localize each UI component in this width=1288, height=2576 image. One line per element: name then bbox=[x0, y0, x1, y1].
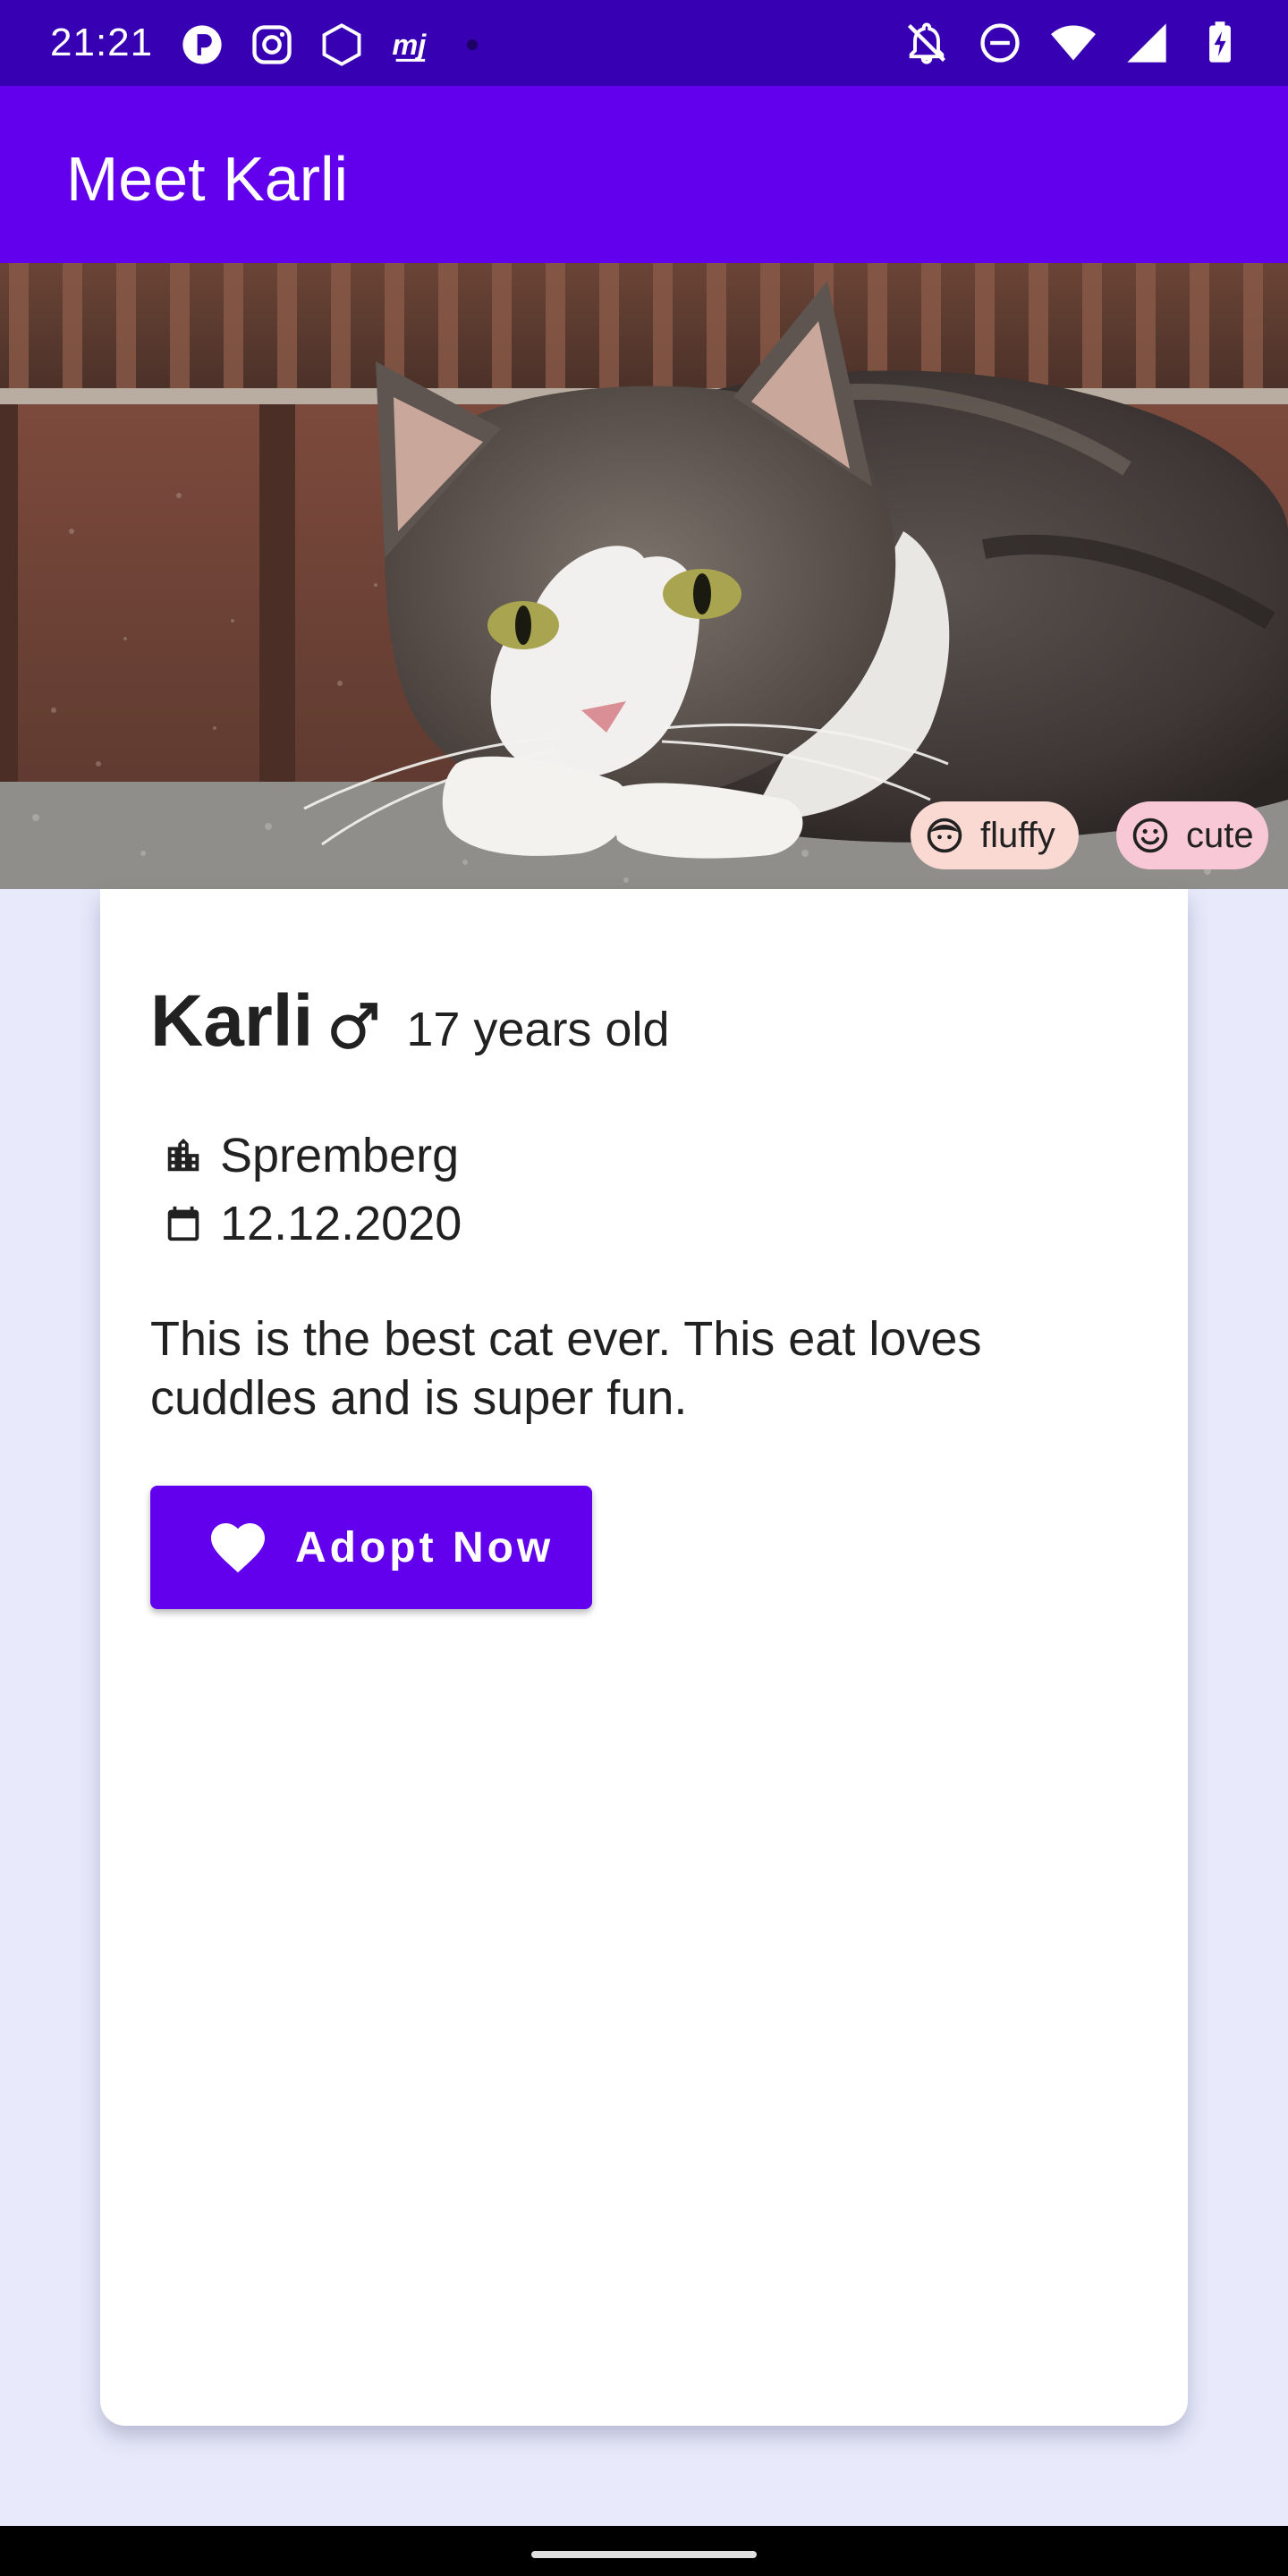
navigation-bar bbox=[0, 2526, 1288, 2576]
pet-age: 17 years old bbox=[406, 1003, 670, 1056]
calendar-icon bbox=[167, 1206, 199, 1241]
battery-charging-icon bbox=[1209, 21, 1231, 63]
do-not-disturb-icon bbox=[980, 23, 1020, 63]
hexagon-app-icon bbox=[322, 23, 361, 66]
tag-label: cute bbox=[1186, 815, 1254, 855]
app-notification-icon bbox=[182, 25, 222, 64]
instagram-icon bbox=[252, 25, 292, 64]
pet-location: Spremberg bbox=[220, 1129, 460, 1182]
page-title: Meet Karli bbox=[66, 144, 349, 214]
pet-date: 12.12.2020 bbox=[220, 1197, 462, 1250]
tag-chip-cute[interactable]: cute bbox=[1116, 801, 1268, 869]
adopt-button-label: Adopt Now bbox=[295, 1523, 555, 1572]
adopt-now-button[interactable]: Adopt Now bbox=[150, 1486, 592, 1609]
smiley-icon bbox=[1132, 818, 1168, 853]
tag-chip-fluffy[interactable]: fluffy bbox=[911, 801, 1079, 869]
status-time: 21:21 bbox=[50, 21, 154, 64]
tag-label: fluffy bbox=[980, 815, 1055, 855]
status-bar: 21:21 mj bbox=[0, 0, 1288, 86]
app-bar: Meet Karli bbox=[0, 86, 1288, 263]
svg-text:mj: mj bbox=[392, 29, 427, 61]
pet-detail-card: Karli 17 years old Spremberg 12.12.2020 … bbox=[100, 889, 1188, 2426]
date-row: 12.12.2020 bbox=[163, 1195, 462, 1252]
cellular-signal-icon bbox=[1127, 23, 1166, 63]
name-row: Karli 17 years old bbox=[150, 979, 670, 1072]
location-row: Spremberg bbox=[163, 1127, 459, 1184]
pet-name: Karli bbox=[150, 980, 314, 1062]
pet-photo bbox=[0, 263, 1288, 889]
face-icon bbox=[927, 818, 962, 853]
wifi-icon bbox=[1051, 25, 1096, 61]
mj-app-icon: mj bbox=[392, 29, 427, 62]
more-notifications-dot bbox=[467, 39, 478, 50]
pet-description: This is the best cat ever. This eat love… bbox=[150, 1312, 982, 1425]
status-icons-left: mj bbox=[179, 20, 478, 70]
notifications-muted-icon bbox=[907, 22, 946, 64]
home-gesture-handle[interactable] bbox=[531, 2551, 757, 2558]
status-icons-right bbox=[903, 18, 1243, 68]
male-icon bbox=[331, 1002, 378, 1049]
heart-icon bbox=[211, 1523, 265, 1573]
city-icon bbox=[167, 1138, 199, 1172]
